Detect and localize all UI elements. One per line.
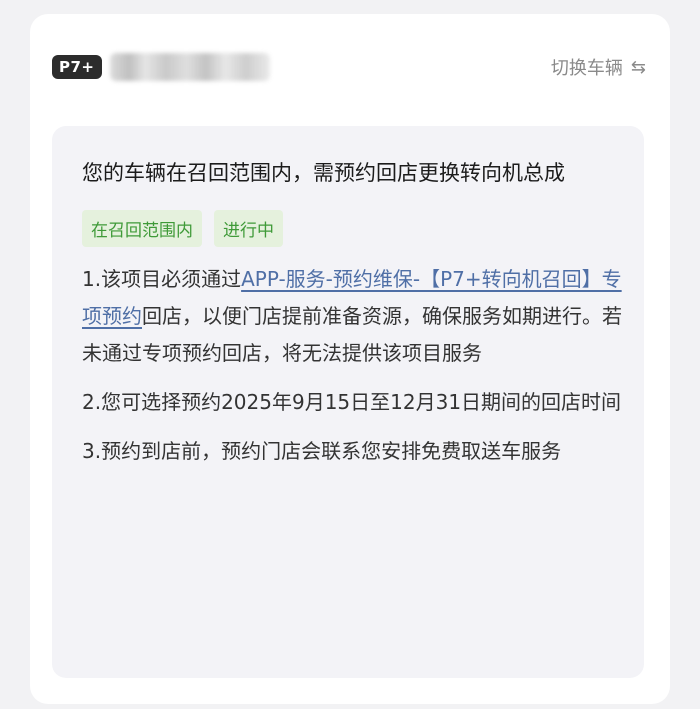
recall-card: P7+ 切换车辆 ⇆ 您的车辆在召回范围内，需预约回店更换转向机总成 在召回范围… [30, 14, 670, 704]
tag-in-recall-scope: 在召回范围内 [82, 210, 202, 247]
item1-suffix: 回店，以便门店提前准备资源，确保服务如期进行。若未通过专项预约回店，将无法提供该… [82, 304, 622, 365]
swap-arrows-icon: ⇆ [630, 56, 646, 78]
tag-in-progress: 进行中 [214, 210, 283, 247]
recall-notice: 您的车辆在召回范围内，需预约回店更换转向机总成 在召回范围内 进行中 1.该项目… [52, 126, 644, 678]
notice-item-2: 2.您可选择预约2025年9月15日至12月31日期间的回店时间 [82, 390, 622, 414]
item1-prefix: 1.该项目必须通过 [82, 267, 242, 291]
notice-title: 您的车辆在召回范围内，需预约回店更换转向机总成 [82, 161, 565, 185]
status-tags: 在召回范围内 进行中 [82, 210, 616, 247]
license-plate-blurred [109, 53, 270, 81]
switch-vehicle-label: 切换车辆 [550, 58, 623, 79]
model-badge: P7+ [52, 55, 102, 79]
notice-item-3: 3.预约到店前，预约门店会联系您安排免费取送车服务 [82, 439, 562, 463]
vehicle-header: P7+ 切换车辆 ⇆ [52, 50, 646, 84]
switch-vehicle-button[interactable]: 切换车辆 ⇆ [551, 54, 646, 80]
notice-item-1: 1.该项目必须通过APP-服务-预约维保-【P7+转向机召回】专项预约回店，以便… [82, 261, 622, 372]
